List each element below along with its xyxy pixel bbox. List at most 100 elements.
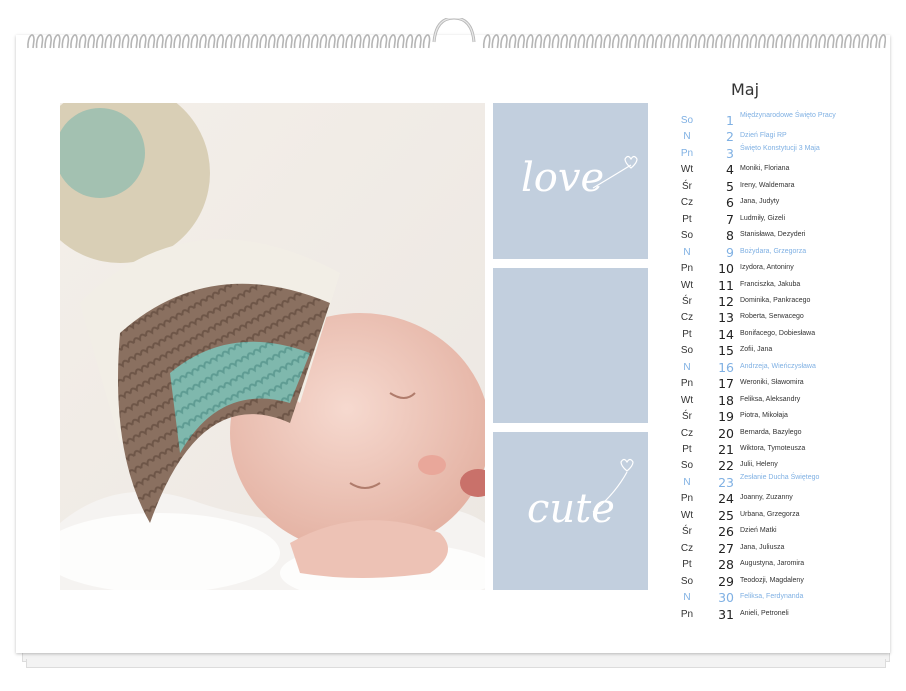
spiral-coil [680,34,689,49]
spiral-coil [233,34,242,49]
day-number: 20 [718,425,734,441]
spiral-coil [190,34,199,49]
day-row: Pt 28 Augustyna, Jaromira [672,556,872,572]
nameday-text: Teodozji, Magdaleny [740,576,804,584]
spiral-coil [95,34,104,49]
spiral-coil [310,34,319,49]
spiral-coil [749,34,758,49]
day-row: Cz 13 Roberta, Serwacego [672,309,872,325]
day-row: Wt 18 Feliksa, Aleksandry [672,392,872,408]
day-row: So 22 Julii, Heleny [672,457,872,473]
weekday-label: Cz [680,427,694,439]
nameday-text: Dzień Matki [740,527,777,535]
weekday-label: Pn [680,378,694,390]
day-number: 13 [718,310,734,326]
weekday-label: Pn [680,263,694,275]
day-number: 7 [726,211,734,227]
day-row: So 15 Zofii, Jana [672,342,872,358]
spiral-coil [396,34,405,49]
spiral-coil [388,34,397,49]
day-number: 26 [718,524,734,540]
weekday-label: Pn [680,608,694,620]
day-number: 2 [726,129,734,145]
spiral-coil [328,34,336,49]
nameday-text: Dominika, Pankracego [740,296,811,304]
weekday-label: So [680,345,694,357]
weekday-label: Wt [680,279,694,291]
spiral-coil [121,34,130,49]
spiral-coil [844,34,852,49]
spiral-coil [758,34,766,49]
day-row: Pt 14 Bonifacego, Dobiesława [672,326,872,342]
nameday-text: Izydora, Antoniny [740,264,794,272]
weekday-label: Pt [682,444,692,455]
spiral-coil [276,34,285,49]
spiral-coil [723,34,732,49]
day-number: 14 [718,326,734,342]
day-number: 24 [718,491,734,507]
spiral-coil [379,34,388,49]
day-number: 9 [726,244,734,260]
day-row: Wt 25 Urbana, Grzegorza [672,507,872,523]
love-word: love [521,155,605,201]
spiral-coil [61,34,70,49]
day-number: 17 [718,376,734,392]
weekday-label: Śr [682,526,692,538]
nameday-text: Jana, Juliusza [740,543,785,551]
spiral-coil [646,34,655,49]
spiral-coil [353,34,362,49]
spiral-coil [70,34,78,49]
weekday-label: Śr [682,180,692,192]
spiral-coil [525,34,534,49]
spiral-coil [250,34,259,49]
nameday-text: Wiktora, Tymoteusza [740,445,806,452]
spiral-coil [113,34,121,49]
day-row: Pn 3 Święto Konstytucji 3 Maja [672,145,872,161]
spiral-coil [52,34,61,49]
day-row: N 23 Zesłanie Ducha Świętego [672,474,872,490]
spiral-coil [508,34,517,49]
spiral-coil [620,34,629,49]
day-number: 25 [718,507,734,523]
day-number: 22 [718,458,734,474]
nameday-text: Anieli, Petroneli [740,609,789,617]
spiral-coil [551,34,560,49]
spiral-coil [482,34,491,49]
day-row: Wt 4 Moniki, Floriana [672,161,872,177]
nameday-text: Zesłanie Ducha Świętego [740,473,820,481]
weekday-label: Pt [682,328,692,340]
day-number: 4 [726,162,734,178]
spiral-coil [861,34,870,49]
nameday-text: Feliksa, Aleksandry [740,395,801,403]
day-number: 31 [718,606,734,622]
baby-photo [60,103,485,590]
day-number: 29 [718,573,734,589]
spiral-coil [809,34,818,49]
day-number: 27 [718,540,734,556]
spiral-coil [267,34,276,49]
nameday-text: Urbana, Grzegorza [740,510,800,518]
day-number: 18 [718,392,734,408]
day-number: 11 [718,277,734,293]
weekday-label: Wt [680,164,694,176]
spiral-coil [319,34,328,49]
weekday-label: N [683,592,691,604]
day-row: Śr 26 Dzień Matki [672,523,872,539]
spiral-coil [766,34,775,49]
nameday-text: Bonifacego, Dobiesława [740,329,816,337]
day-number: 6 [726,195,734,211]
day-number: 1 [726,113,734,128]
day-number: 3 [726,145,734,161]
spiral-coil [654,34,663,49]
day-number: 12 [718,293,734,309]
spiral-coil [293,34,302,49]
weekday-label: So [680,115,694,126]
day-row: Pn 31 Anieli, Petroneli [672,606,872,622]
day-row: Cz 20 Bernarda, Bazylego [672,425,872,441]
spiral-binding [27,18,886,49]
spiral-coil [259,34,268,49]
nameday-text: Piotra, Mikołaja [740,412,788,420]
spiral-coil [629,34,637,49]
spiral-coil [371,34,379,49]
day-row: N 2 Dzień Flagi RP [672,128,872,144]
